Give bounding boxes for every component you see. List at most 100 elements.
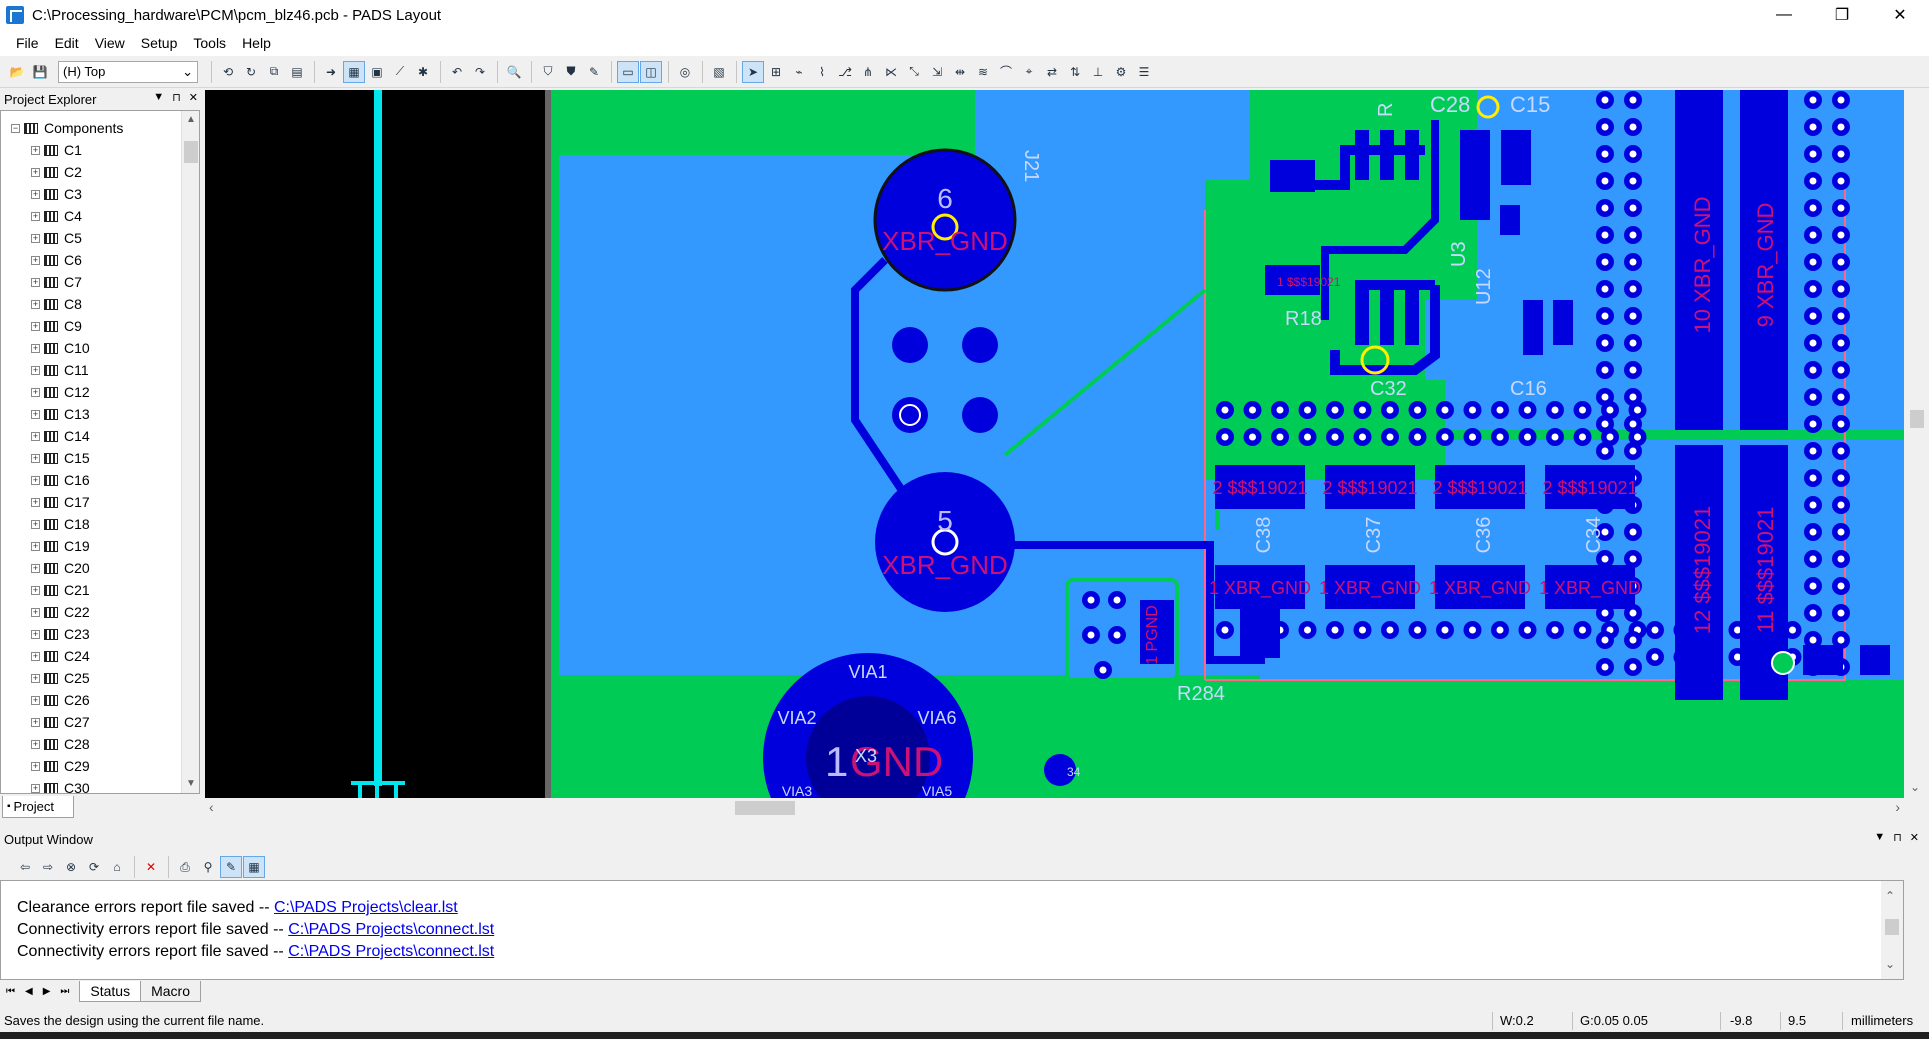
canvas-vertical-scrollbar[interactable]: ⌄ [1904, 90, 1929, 818]
tree-item[interactable]: + C20 [11, 557, 199, 579]
pcb-drawing[interactable]: 6 XBR_GND 5 XBR_GND J21 C28 C15 R U3 U12… [205, 90, 1904, 798]
layer-pair-icon[interactable]: ▣ [366, 61, 388, 83]
expand-icon[interactable]: + [31, 717, 40, 727]
back-arrow-icon[interactable]: ⇦ [14, 856, 36, 878]
expand-icon[interactable]: + [31, 189, 40, 199]
verify-icon[interactable]: ◎ [674, 61, 696, 83]
bus-route-icon[interactable]: ⋔ [857, 61, 879, 83]
auto-route-icon[interactable]: ⎇ [834, 61, 856, 83]
expand-icon[interactable]: + [31, 409, 40, 419]
split-icon[interactable]: ⋉ [880, 61, 902, 83]
tree-item[interactable]: + C14 [11, 425, 199, 447]
prev-tab-icon[interactable]: ◀ [25, 986, 33, 997]
first-tab-icon[interactable]: ⏮ [6, 986, 15, 997]
expand-icon[interactable]: + [31, 387, 40, 397]
list-icon[interactable]: ☰ [1133, 61, 1155, 83]
scroll-down-icon[interactable]: ▼ [182, 775, 199, 793]
tree-item[interactable]: + C22 [11, 601, 199, 623]
tree-item[interactable]: + C24 [11, 645, 199, 667]
redo-icon[interactable]: ↷ [469, 61, 491, 83]
tree-item[interactable]: + C12 [11, 381, 199, 403]
snap-icon[interactable]: ✱ [412, 61, 434, 83]
tree-item[interactable]: + C26 [11, 689, 199, 711]
tree-item[interactable]: + C18 [11, 513, 199, 535]
delete-icon[interactable]: ✕ [140, 856, 162, 878]
panel-close-icon[interactable]: ✕ [1910, 831, 1919, 844]
tree-item[interactable]: + C23 [11, 623, 199, 645]
draw-line-icon[interactable]: ⟋ [389, 61, 411, 83]
scroll-down-icon[interactable]: ⌄ [1885, 957, 1895, 971]
expand-icon[interactable]: + [31, 211, 40, 221]
expand-icon[interactable]: + [31, 299, 40, 309]
expand-icon[interactable]: + [31, 651, 40, 661]
tree-item[interactable]: + C8 [11, 293, 199, 315]
tree-item[interactable]: + C6 [11, 249, 199, 271]
refresh-icon[interactable]: ⟳ [83, 856, 105, 878]
dynamic-route-icon[interactable]: ⌁ [788, 61, 810, 83]
tree-item[interactable]: + C9 [11, 315, 199, 337]
tree-item[interactable]: + C30 [11, 777, 199, 793]
move-icon[interactable]: ⇲ [926, 61, 948, 83]
sketch-route-icon[interactable]: ⌇ [811, 61, 833, 83]
spread-icon[interactable]: ⇹ [949, 61, 971, 83]
save-icon[interactable]: 💾 [29, 61, 51, 83]
brush-icon[interactable]: ✎ [583, 61, 605, 83]
forward-arrow-icon[interactable]: ⇨ [37, 856, 59, 878]
panel-close-icon[interactable]: ✕ [189, 91, 198, 104]
report-link[interactable]: C:\PADS Projects\connect.lst [288, 921, 494, 938]
pour-icon[interactable]: ⛉ [537, 61, 559, 83]
tree-item[interactable]: + C13 [11, 403, 199, 425]
tree-item[interactable]: + C10 [11, 337, 199, 359]
expand-icon[interactable]: + [31, 695, 40, 705]
expand-icon[interactable]: + [31, 761, 40, 771]
pin-icon[interactable]: ⊓ [172, 91, 181, 104]
undo-icon[interactable]: ↶ [446, 61, 468, 83]
last-tab-icon[interactable]: ⏭ [60, 986, 69, 997]
expand-icon[interactable]: + [31, 673, 40, 683]
add-route-icon[interactable]: ⊞ [765, 61, 787, 83]
grid-icon[interactable]: ▦ [343, 60, 365, 83]
settings-icon[interactable]: ⚙ [1110, 61, 1132, 83]
scroll-up-icon[interactable]: ⌃ [1885, 889, 1895, 903]
expand-icon[interactable]: + [31, 607, 40, 617]
expand-icon[interactable]: + [31, 365, 40, 375]
tree-item[interactable]: + C4 [11, 205, 199, 227]
redraw-icon[interactable]: ⟲ [217, 61, 239, 83]
tree-item[interactable]: + C25 [11, 667, 199, 689]
menu-view[interactable]: View [87, 35, 133, 51]
stretch-icon[interactable]: ⤡ [903, 61, 925, 83]
view-icon[interactable]: ▭ [617, 60, 639, 83]
zoom-icon[interactable]: 🔍 [503, 61, 525, 83]
tab-status[interactable]: Status [79, 980, 142, 1002]
tree-item[interactable]: + C16 [11, 469, 199, 491]
stop-icon[interactable]: ⊗ [60, 856, 82, 878]
expand-icon[interactable]: + [31, 541, 40, 551]
copy-icon[interactable]: ⧉ [263, 61, 285, 83]
paste-icon[interactable]: ▤ [286, 61, 308, 83]
table-icon[interactable]: ▦ [243, 856, 265, 878]
miter-icon[interactable]: ⌒ [995, 61, 1017, 83]
close-button[interactable]: ✕ [1871, 0, 1929, 30]
tree-item[interactable]: + C7 [11, 271, 199, 293]
select-arrow-icon[interactable]: ➤ [742, 60, 764, 83]
swap-gates-icon[interactable]: ⇅ [1064, 61, 1086, 83]
tree-item[interactable]: + C28 [11, 733, 199, 755]
tree-item[interactable]: + C19 [11, 535, 199, 557]
tab-project[interactable]: ▪ Project [2, 796, 74, 818]
report-link[interactable]: C:\PADS Projects\clear.lst [274, 899, 458, 916]
expand-icon[interactable]: + [31, 783, 40, 793]
expand-icon[interactable]: + [31, 519, 40, 529]
minimize-button[interactable]: — [1755, 0, 1813, 30]
expand-icon[interactable]: + [31, 233, 40, 243]
layout-icon[interactable]: ▧ [708, 61, 730, 83]
tree-item[interactable]: + C17 [11, 491, 199, 513]
scroll-up-icon[interactable]: ▲ [182, 111, 199, 129]
tree-item[interactable]: + C5 [11, 227, 199, 249]
route-icon[interactable]: ➜ [320, 61, 342, 83]
glue-icon[interactable]: ⌖ [1018, 61, 1040, 83]
split-view-icon[interactable]: ◫ [640, 60, 662, 83]
canvas-horizontal-scrollbar[interactable]: ‹ › [205, 798, 1904, 818]
panel-menu-icon[interactable]: ▼ [153, 91, 164, 104]
next-tab-icon[interactable]: ▶ [43, 986, 51, 997]
expand-icon[interactable]: + [31, 585, 40, 595]
